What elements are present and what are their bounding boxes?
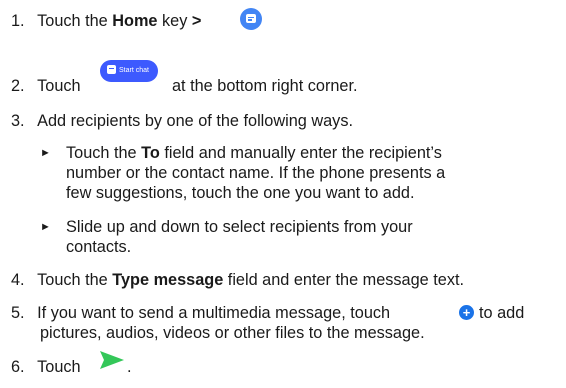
type-message-label: Type message xyxy=(112,271,224,289)
bullet-1-line-2: number or the contact name. If the phone… xyxy=(66,164,446,182)
bullet-marker-2: ► xyxy=(40,221,51,233)
add-attachment-icon: + xyxy=(459,305,474,320)
step-5-number: 5. xyxy=(11,304,25,322)
step-6-number: 6. xyxy=(11,358,25,376)
bullet-1-line-1: Touch the To field and manually enter th… xyxy=(66,144,442,162)
step-2-text-post: at the bottom right corner. xyxy=(172,77,358,95)
bullet-marker-1: ► xyxy=(40,147,51,159)
step-3-number: 3. xyxy=(11,112,25,130)
step-4-text-post: field and enter the message text. xyxy=(223,271,465,289)
start-chat-label: Start chat xyxy=(119,67,149,74)
step-4-text-pre: Touch the xyxy=(37,271,113,289)
home-key-label: Home xyxy=(112,12,158,30)
step-4: 4. Touch the Type message field and ente… xyxy=(11,270,464,290)
chat-icon xyxy=(107,65,116,74)
step-1-number: 1. xyxy=(11,12,25,30)
step-3-text: Add recipients by one of the following w… xyxy=(37,112,353,130)
bullet-2-line-1: Slide up and down to select recipients f… xyxy=(66,218,413,236)
step-1-text-pre: Touch the xyxy=(37,12,113,30)
step-6-text-pre: Touch xyxy=(37,358,81,376)
send-icon xyxy=(100,351,124,369)
step-5-text-pre: If you want to send a multimedia message… xyxy=(37,304,391,322)
step-2: 2. Touch xyxy=(11,76,81,96)
step-3: 3. Add recipients by one of the followin… xyxy=(11,111,353,131)
step-1-arrow: > xyxy=(191,12,202,30)
to-field-label: To xyxy=(141,144,160,162)
step-1: 1. Touch the Home key > xyxy=(11,11,201,31)
step-5-line-1: 5. If you want to send a multimedia mess… xyxy=(11,303,390,323)
step-5-line-2: pictures, audios, videos or other files … xyxy=(40,324,425,342)
bullet-2-line-2: contacts. xyxy=(66,238,132,256)
step-4-number: 4. xyxy=(11,271,25,289)
messages-app-icon xyxy=(240,8,262,30)
step-6: 6. Touch xyxy=(11,357,81,377)
start-chat-button-icon: Start chat xyxy=(100,60,158,82)
step-5-text-post: to add xyxy=(479,304,525,322)
step-2-text-pre: Touch xyxy=(37,77,81,95)
step-6-period: . xyxy=(127,358,132,376)
bullet-1-line-3: few suggestions, touch the one you want … xyxy=(66,184,415,202)
step-2-number: 2. xyxy=(11,77,25,95)
step-1-text-post: key xyxy=(157,12,192,30)
